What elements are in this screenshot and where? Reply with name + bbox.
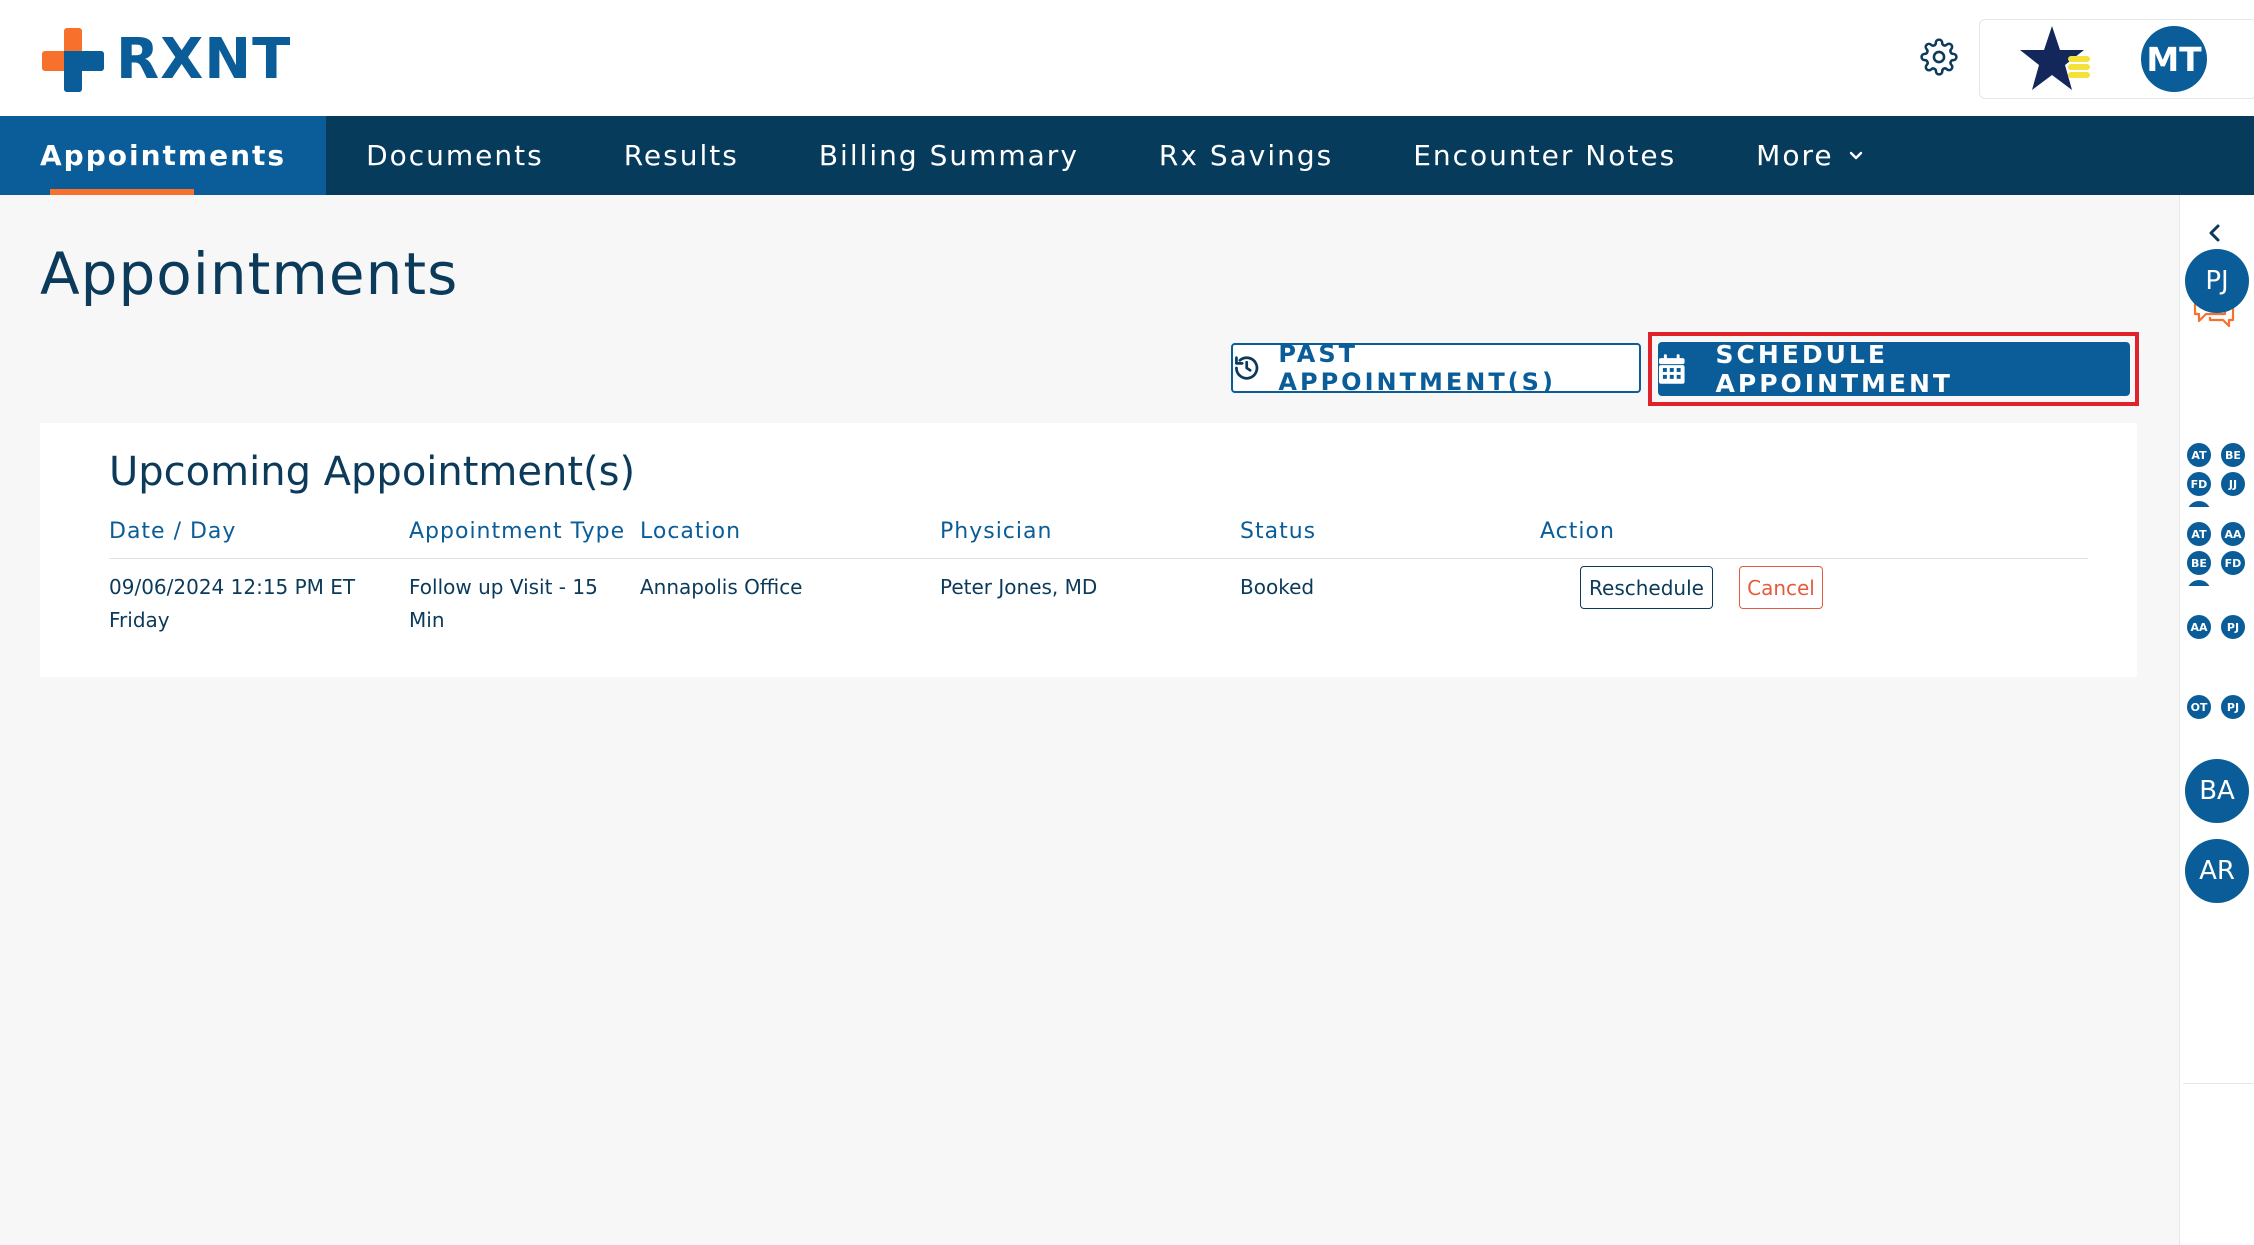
nav-appointments[interactable]: Appointments <box>0 116 327 195</box>
cell-appointment-type: Follow up Visit - 15 Min <box>409 571 598 637</box>
cell-status: Booked <box>1240 575 1315 599</box>
schedule-appointment-label: SCHEDULE APPOINTMENT <box>1715 340 1953 398</box>
avatar-small: AT <box>2185 441 2213 469</box>
nav-label: Appointments <box>40 139 287 172</box>
user-avatar[interactable]: MT <box>2141 26 2207 92</box>
avatar-small: FD <box>2185 470 2213 498</box>
chevron-left-icon[interactable] <box>2205 223 2225 243</box>
card-title: Upcoming Appointment(s) <box>109 449 636 495</box>
past-appointments-button[interactable]: PAST APPOINTMENT(S) <box>1231 340 1641 396</box>
main-nav: Appointments Documents Results Billing S… <box>0 116 2254 195</box>
avatar-small: AA <box>2219 520 2247 548</box>
avatar-small-cropped: JJ <box>2185 578 2213 586</box>
chevron-down-icon <box>1849 151 1862 159</box>
appointment-date: 09/06/2024 12:15 PM ET <box>109 575 356 599</box>
avatar-small: AA <box>2185 613 2213 641</box>
cancel-button[interactable]: Cancel <box>1739 566 1823 609</box>
avatar-small: PJ <box>2219 693 2247 721</box>
nav-encounter-notes[interactable]: Encounter Notes <box>1373 116 1716 195</box>
table-row: 09/06/2024 12:15 PM ET Friday Follow up … <box>109 566 2088 651</box>
avatar-small: BE <box>2219 441 2247 469</box>
avatar-small: OT <box>2185 693 2213 721</box>
appointment-type-line: Min <box>409 608 445 632</box>
cell-location: Annapolis Office <box>640 575 803 599</box>
nav-results[interactable]: Results <box>584 116 779 195</box>
cell-physician: Peter Jones, MD <box>940 575 1098 599</box>
star-icon <box>2020 26 2090 90</box>
col-appointment-type: Appointment Type <box>409 519 626 544</box>
nav-label: Documents <box>366 139 544 172</box>
page-title: Appointments <box>40 240 459 308</box>
nav-documents[interactable]: Documents <box>326 116 584 195</box>
col-location: Location <box>640 519 742 544</box>
nav-more[interactable]: More <box>1716 116 1903 195</box>
appointment-type-line: Follow up Visit - 15 <box>409 575 598 599</box>
avatar-ba[interactable]: BA <box>2185 759 2249 823</box>
calendar-icon <box>1658 354 1685 384</box>
nav-label: More <box>1756 139 1834 172</box>
cell-date-day: 09/06/2024 12:15 PM ET Friday <box>109 571 355 637</box>
nav-label: Rx Savings <box>1158 139 1334 172</box>
appointment-day: Friday <box>109 608 170 632</box>
avatar-pj[interactable]: PJ <box>2185 249 2249 313</box>
avatar-small: FD <box>2219 549 2247 577</box>
avatar-small: JJ <box>2219 470 2247 498</box>
nav-label: Encounter Notes <box>1413 139 1677 172</box>
col-status: Status <box>1240 519 1317 544</box>
rxnt-logo[interactable]: RXNT <box>40 28 291 92</box>
upcoming-appointments-card: Upcoming Appointment(s) Date / Day Appoi… <box>40 423 2137 677</box>
logo-cross-icon <box>40 28 104 92</box>
gear-icon[interactable] <box>1920 38 1958 76</box>
avatar-small: JJ <box>2185 578 2213 586</box>
avatar-small: BE <box>2185 549 2213 577</box>
nav-label: Billing Summary <box>818 139 1079 172</box>
reschedule-button[interactable]: Reschedule <box>1580 566 1713 609</box>
right-rail: PJ AT BE FD JJ JJ AT AA BE FD JJ AA PJ O… <box>2179 195 2254 1245</box>
avatar-small: PJ <box>2219 613 2247 641</box>
avatar-ar[interactable]: AR <box>2185 839 2249 903</box>
history-icon <box>1235 356 1259 380</box>
avatar-small: AT <box>2185 520 2213 548</box>
schedule-appointment-button[interactable]: SCHEDULE APPOINTMENT <box>1658 340 2130 398</box>
col-action: Action <box>1540 519 1615 544</box>
avatar-small: JJ <box>2185 499 2213 507</box>
avatar-small-cropped: JJ <box>2185 499 2213 507</box>
rail-divider <box>2183 1083 2254 1084</box>
nav-rx-savings[interactable]: Rx Savings <box>1119 116 1373 195</box>
nav-label: Results <box>623 139 739 172</box>
col-physician: Physician <box>940 519 1053 544</box>
col-date-day: Date / Day <box>109 519 237 544</box>
nav-billing-summary[interactable]: Billing Summary <box>779 116 1119 195</box>
table-header: Date / Day Appointment Type Location Phy… <box>109 519 2088 559</box>
top-header: RXNT MT <box>0 0 2254 116</box>
past-appointments-label: PAST APPOINTMENT(S) <box>1278 340 1556 396</box>
logo-text: RXNT <box>116 27 292 92</box>
